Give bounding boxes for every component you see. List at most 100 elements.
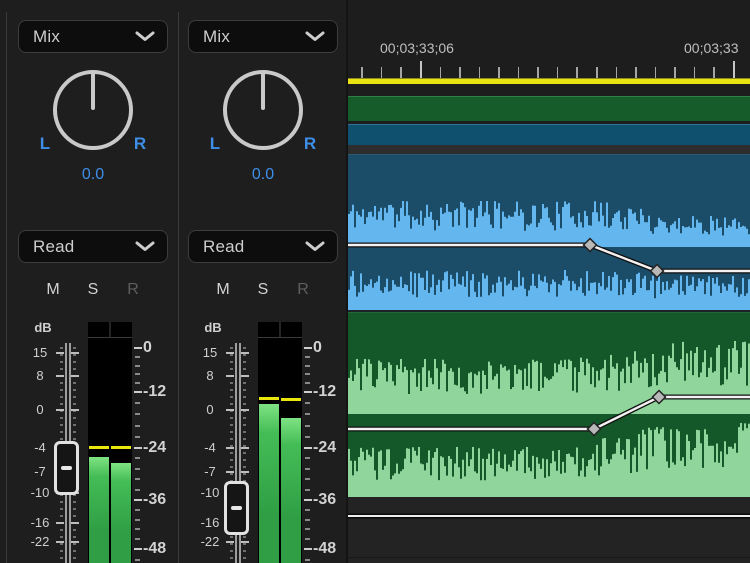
meter-scale-label: -48 xyxy=(313,539,347,559)
meter-bar-left xyxy=(89,457,109,563)
clip-indicator-gap xyxy=(109,322,111,337)
keyframe-diamond[interactable] xyxy=(651,265,664,278)
audio-waveform xyxy=(348,423,750,498)
meter-minor-tick xyxy=(305,425,310,427)
meter-tick xyxy=(304,499,312,501)
meter-tick xyxy=(304,347,312,349)
meter-tick xyxy=(134,391,142,393)
meter-minor-tick xyxy=(305,436,310,438)
ruler-tick xyxy=(616,67,618,78)
meter-minor-tick xyxy=(305,489,310,491)
ruler-tick xyxy=(361,67,363,78)
timecode-label: 00;03;33 xyxy=(684,40,739,56)
ruler-tick xyxy=(498,67,500,78)
meter-bar-left xyxy=(259,404,279,563)
meter-minor-tick xyxy=(135,528,140,530)
meter-minor-tick xyxy=(135,468,140,470)
meter-minor-tick xyxy=(135,425,140,427)
channel-strip-1: Mix L R 0.0 Read M S R dB 1580-4-7-10-16… xyxy=(18,0,178,563)
meter-minor-tick xyxy=(305,538,310,540)
meter-minor-tick xyxy=(305,478,310,480)
meter-scale-label: -48 xyxy=(143,539,177,559)
meter-tick xyxy=(134,347,142,349)
meter-minor-tick xyxy=(305,457,310,459)
track-divider xyxy=(348,557,750,558)
ruler-tick xyxy=(635,67,637,78)
volume-automation-line[interactable] xyxy=(348,245,750,271)
meter-minor-tick xyxy=(135,365,140,367)
ruler-tick xyxy=(537,67,539,78)
meter-scale-label: -24 xyxy=(143,438,177,458)
meter-minor-tick xyxy=(135,538,140,540)
audio-waveform xyxy=(348,341,750,414)
audio-clip-1[interactable] xyxy=(348,154,750,310)
meter-minor-tick xyxy=(305,382,310,384)
ruler-tick xyxy=(400,67,402,78)
ruler-tick xyxy=(596,67,598,78)
peak-indicator-right xyxy=(111,446,131,449)
ruler-tick xyxy=(713,67,715,78)
meter-minor-tick xyxy=(135,489,140,491)
audio-waveform xyxy=(348,201,750,247)
meter-scale-label: -36 xyxy=(313,490,347,510)
meter-minor-tick xyxy=(135,519,140,521)
meter-minor-tick xyxy=(135,382,140,384)
meter-minor-tick xyxy=(305,356,310,358)
ruler-tick xyxy=(459,67,461,78)
meter-minor-tick xyxy=(305,365,310,367)
meter-bar-right xyxy=(111,463,131,563)
meter-tick xyxy=(304,548,312,550)
channel-strip-2: Mix L R 0.0 Read M S R dB 1580-4-7-10-16… xyxy=(188,0,348,563)
meter-top-line xyxy=(88,337,132,338)
ruler-tick xyxy=(518,67,520,78)
audio-waveform xyxy=(348,270,750,311)
meter-tick xyxy=(134,548,142,550)
work-area-bar[interactable] xyxy=(348,78,750,84)
ruler-tick xyxy=(576,67,578,78)
ruler-tick xyxy=(674,67,676,78)
timecode-label: 00;03;33;06 xyxy=(380,40,454,56)
meter-scale-label: 0 xyxy=(313,338,347,358)
ruler-tick xyxy=(557,67,559,78)
meter-minor-tick xyxy=(135,457,140,459)
meter-tick xyxy=(134,447,142,449)
ruler-tick xyxy=(381,67,383,78)
meter-bar-right xyxy=(281,418,301,563)
meter-minor-tick xyxy=(135,356,140,358)
ruler-tick xyxy=(440,67,442,78)
meter-minor-tick xyxy=(305,468,310,470)
meter-minor-tick xyxy=(135,559,140,561)
ruler-tick xyxy=(655,67,657,78)
ruler-major-tick xyxy=(420,61,422,78)
ruler-tick xyxy=(694,67,696,78)
ruler-tick xyxy=(479,67,481,78)
meter-scale-label: -12 xyxy=(313,382,347,402)
collapsed-track-bar[interactable] xyxy=(348,124,750,145)
meter-tick xyxy=(134,499,142,501)
empty-audio-track[interactable] xyxy=(348,497,750,563)
meter-tick xyxy=(304,391,312,393)
meter-minor-tick xyxy=(305,509,310,511)
timeline-panel: 00;03;33;06 00;03;33 xyxy=(348,0,750,563)
peak-indicator-left xyxy=(89,446,109,449)
volume-automation-line[interactable] xyxy=(348,245,750,271)
meter-minor-tick xyxy=(135,413,140,415)
meter-minor-tick xyxy=(135,436,140,438)
clip-indicator-gap xyxy=(279,322,281,337)
meter-scale-label: -36 xyxy=(143,490,177,510)
ruler-major-tick xyxy=(733,61,735,78)
panel-divider xyxy=(178,12,179,563)
meter-top-line xyxy=(258,337,302,338)
level-meter: 0-12-24-36-48 xyxy=(188,0,348,563)
meter-minor-tick xyxy=(135,509,140,511)
video-track-clip-bar[interactable] xyxy=(348,96,750,121)
meter-minor-tick xyxy=(305,519,310,521)
meter-minor-tick xyxy=(135,402,140,404)
meter-minor-tick xyxy=(305,373,310,375)
automation-line[interactable] xyxy=(348,515,750,517)
peak-indicator-left xyxy=(259,397,279,400)
meter-minor-tick xyxy=(305,413,310,415)
meter-scale-label: 0 xyxy=(143,338,177,358)
meter-minor-tick xyxy=(135,478,140,480)
audio-clip-2[interactable] xyxy=(348,312,750,497)
